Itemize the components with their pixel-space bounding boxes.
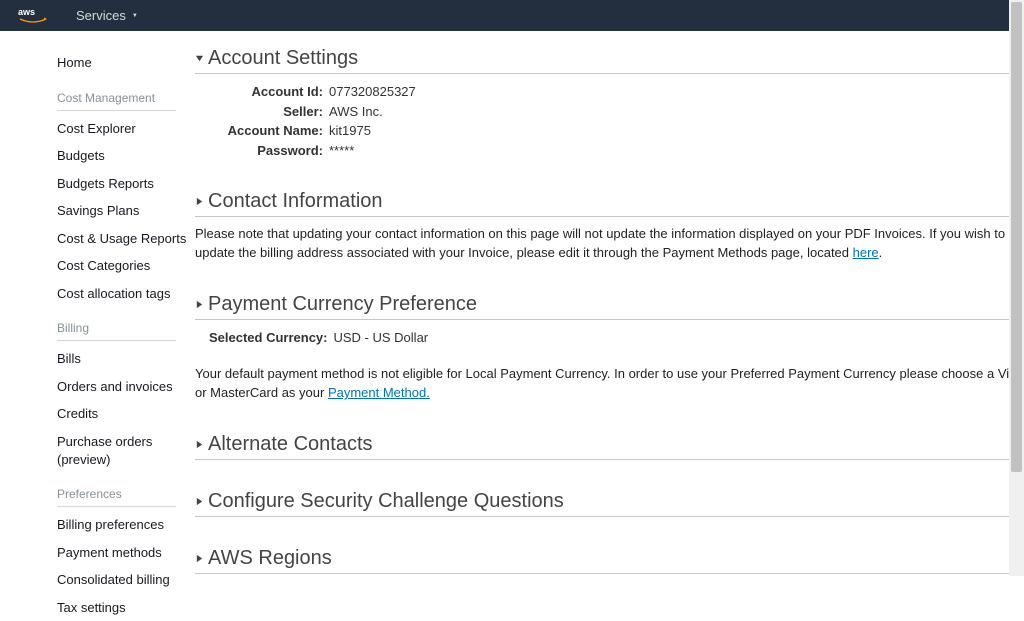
sidebar-group-cost-management: Cost Management [57,91,176,111]
label-password: Password: [209,141,329,161]
label-account-name: Account Name: [209,121,329,141]
scrollbar-thumb[interactable] [1011,2,1022,472]
sidebar-item-billing-preferences[interactable]: Billing preferences [57,511,194,539]
value-account-name: kit1975 [329,121,422,141]
scrollbar[interactable] [1009,0,1024,576]
section-header-contact-information[interactable]: Contact Information [195,188,1024,217]
section-title: Contact Information [208,190,383,213]
label-selected-currency: Selected Currency: [209,328,334,348]
sidebar-item-credits[interactable]: Credits [57,400,194,428]
value-selected-currency: USD - US Dollar [334,328,435,348]
currency-note: Your default payment method is not eligi… [195,365,1024,403]
sidebar-item-consolidated-billing[interactable]: Consolidated billing [57,566,194,594]
caret-right-icon [195,440,208,449]
caret-down-icon [195,54,208,63]
section-payment-currency: Payment Currency Preference Selected Cur… [195,291,1024,403]
note-text-post: . [879,245,883,260]
contact-info-note: Please note that updating your contact i… [195,225,1024,263]
sidebar: Home Cost Management Cost Explorer Budge… [0,31,195,576]
sidebar-item-payment-methods[interactable]: Payment methods [57,539,194,567]
caret-right-icon [195,300,208,309]
payment-methods-here-link[interactable]: here [853,245,879,260]
sidebar-item-purchase-orders[interactable]: Purchase orders (preview) [57,428,194,473]
services-menu[interactable]: Services ▼ [68,0,146,31]
table-row: Seller: AWS Inc. [209,102,422,122]
table-row: Selected Currency: USD - US Dollar [209,328,434,348]
caret-right-icon [195,554,208,563]
section-account-settings: Account Settings Account Id: 07732082532… [195,45,1024,160]
sidebar-item-home[interactable]: Home [57,49,194,77]
top-navbar: aws Services ▼ [0,0,1024,31]
label-account-id: Account Id: [209,82,329,102]
payment-method-link[interactable]: Payment Method. [328,385,430,400]
section-header-payment-currency[interactable]: Payment Currency Preference [195,291,1024,320]
value-account-id: 077320825327 [329,82,422,102]
section-title: Payment Currency Preference [208,293,477,316]
table-row: Password: ***** [209,141,422,161]
sidebar-item-bills[interactable]: Bills [57,345,194,373]
aws-logo[interactable]: aws [18,7,48,25]
section-title: Configure Security Challenge Questions [208,490,564,513]
currency-table: Selected Currency: USD - US Dollar [209,328,434,348]
section-header-alternate-contacts[interactable]: Alternate Contacts [195,431,1024,460]
section-header-account-settings[interactable]: Account Settings [195,45,1024,74]
table-row: Account Id: 077320825327 [209,82,422,102]
label-seller: Seller: [209,102,329,122]
section-alternate-contacts: Alternate Contacts [195,431,1024,460]
services-menu-label: Services [76,8,126,23]
main-content: Account Settings Account Id: 07732082532… [195,31,1024,576]
section-title: Account Settings [208,47,358,70]
value-password: ***** [329,141,422,161]
section-title: Alternate Contacts [208,433,373,456]
sidebar-item-cost-allocation-tags[interactable]: Cost allocation tags [57,280,194,308]
caret-right-icon [195,497,208,506]
section-header-aws-regions[interactable]: AWS Regions [195,545,1024,574]
sidebar-group-preferences: Preferences [57,487,176,507]
section-aws-regions: AWS Regions [195,545,1024,574]
sidebar-item-tax-settings[interactable]: Tax settings [57,594,194,621]
sidebar-group-billing: Billing [57,321,176,341]
section-contact-information: Contact Information Please note that upd… [195,188,1024,263]
sidebar-item-savings-plans[interactable]: Savings Plans [57,197,194,225]
sidebar-item-budgets[interactable]: Budgets [57,142,194,170]
svg-text:aws: aws [18,7,35,17]
note-text-pre: Your default payment method is not eligi… [195,366,1023,400]
caret-right-icon [195,197,208,206]
section-title: AWS Regions [208,547,332,570]
sidebar-item-cost-explorer[interactable]: Cost Explorer [57,115,194,143]
note-text-pre: Please note that updating your contact i… [195,226,1005,260]
account-settings-table: Account Id: 077320825327 Seller: AWS Inc… [209,82,422,160]
section-security-questions: Configure Security Challenge Questions [195,488,1024,517]
caret-down-icon: ▼ [132,13,138,19]
value-seller: AWS Inc. [329,102,422,122]
sidebar-item-budgets-reports[interactable]: Budgets Reports [57,170,194,198]
section-header-security-questions[interactable]: Configure Security Challenge Questions [195,488,1024,517]
table-row: Account Name: kit1975 [209,121,422,141]
sidebar-item-cost-categories[interactable]: Cost Categories [57,252,194,280]
sidebar-item-orders-invoices[interactable]: Orders and invoices [57,373,194,401]
sidebar-item-cost-usage-reports[interactable]: Cost & Usage Reports [57,225,194,253]
